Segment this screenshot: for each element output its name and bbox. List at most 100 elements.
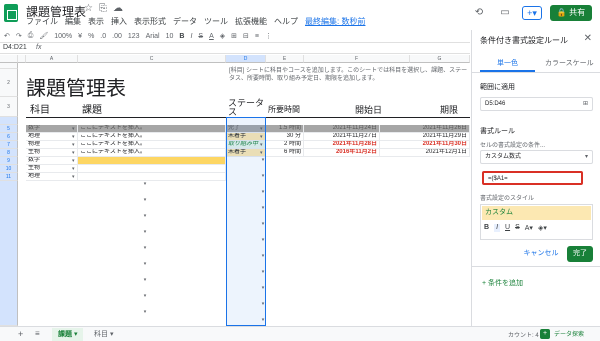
col-header-f[interactable]: F (304, 55, 410, 63)
cell-time[interactable]: 2 時間 (266, 141, 304, 149)
col-header-c[interactable]: C (78, 55, 226, 63)
print-icon[interactable]: ⎙ (28, 32, 34, 40)
cell-task[interactable]: ここにテキストを挿入。 (78, 141, 226, 149)
range-input[interactable]: D5:D46 ⊞ (480, 97, 593, 111)
cell-task[interactable]: ここにテキストを挿入。 (78, 149, 226, 157)
row-header[interactable]: 9 (0, 157, 18, 165)
col-header-a[interactable]: A (26, 55, 78, 63)
underline-icon[interactable]: U (505, 224, 510, 232)
decrease-decimal-button[interactable]: .0 (100, 33, 106, 40)
grid-select-icon[interactable]: ⊞ (583, 98, 588, 110)
fill-color-icon[interactable]: ◈▾ (538, 224, 547, 232)
cell-task[interactable]: ここにテキストを挿入。 (78, 125, 226, 133)
tab-sheet-subjects[interactable]: 科目 ▾ (88, 328, 119, 341)
dropdown-icon[interactable]: ▾ (72, 157, 75, 165)
menu-view[interactable]: 表示 (88, 16, 104, 27)
menu-insert[interactable]: 挿入 (111, 16, 127, 27)
add-rule-button[interactable]: + 条件を追加 (482, 278, 523, 288)
cell-due[interactable]: 2021年11月29日 (380, 133, 470, 141)
redo-icon[interactable]: ↷ (16, 32, 22, 40)
font-size-select[interactable]: 10 (166, 33, 174, 40)
formula-input[interactable]: =($A1= (482, 171, 583, 185)
cell-due[interactable]: 2021年12月1日 (380, 149, 470, 157)
row-header[interactable]: 11 (0, 173, 18, 181)
name-box[interactable]: D4:D21 (3, 44, 27, 51)
fill-color-icon[interactable]: ◈ (220, 32, 225, 40)
sheets-logo-icon[interactable] (4, 4, 18, 22)
sheet-list-icon[interactable]: ≡ (35, 329, 40, 338)
cell-task[interactable]: ここにテキストを挿入。 (78, 133, 226, 141)
corner-cell[interactable] (0, 55, 18, 63)
strikethrough-icon[interactable]: S (515, 224, 520, 232)
row-header[interactable]: 5 (0, 125, 18, 133)
row-header[interactable]: 2 (0, 69, 18, 97)
cell-subject[interactable]: 生物 (26, 149, 78, 157)
dropdown-icon[interactable]: ▾ (72, 133, 75, 141)
comment-icon[interactable]: ▭ (496, 5, 514, 21)
merge-icon[interactable]: ⊟ (243, 32, 249, 40)
menu-file[interactable]: ファイル (26, 16, 58, 27)
cell-subject[interactable]: 地理 (26, 173, 78, 181)
dropdown-icon[interactable]: ▾ (72, 141, 75, 149)
row-header[interactable]: 10 (0, 165, 18, 173)
cell-subject[interactable]: 数学 (26, 157, 78, 165)
menu-format[interactable]: 表示形式 (134, 16, 166, 27)
zoom-select[interactable]: 100% (54, 33, 72, 40)
history-icon[interactable]: ⟲ (470, 5, 488, 21)
cell-subject[interactable]: 地理 (26, 133, 78, 141)
dropdown-icon[interactable]: ▾ (72, 165, 75, 173)
row-header[interactable]: 8 (0, 149, 18, 157)
last-edit-link[interactable]: 最終編集: 数秒前 (305, 16, 365, 27)
col-header-d[interactable]: D (226, 55, 266, 63)
cancel-button[interactable]: キャンセル (520, 247, 562, 261)
cell-subject[interactable]: 生物 (26, 165, 78, 173)
close-icon[interactable]: ✕ (584, 33, 592, 44)
dropdown-icon[interactable]: ▾ (72, 173, 75, 181)
menu-edit[interactable]: 編集 (65, 16, 81, 27)
star-icon[interactable]: ☆ (84, 3, 99, 14)
percent-button[interactable]: % (88, 33, 94, 40)
paint-format-icon[interactable]: 🖌 (39, 32, 48, 40)
explore-icon[interactable]: + (540, 329, 550, 339)
more-icon[interactable]: ⋮ (265, 32, 272, 40)
cell-start[interactable]: 2021年11月28日 (304, 141, 380, 149)
cell-subject[interactable]: 物理 (26, 141, 78, 149)
bold-icon[interactable]: B (484, 224, 489, 232)
text-color-button[interactable]: A (209, 33, 214, 40)
col-header-g[interactable]: G (410, 55, 470, 63)
cell-subject[interactable]: 数学 (26, 125, 78, 133)
cell-task[interactable] (78, 173, 226, 181)
add-meet-icon[interactable]: +▾ (522, 6, 542, 20)
cell-time[interactable]: 1.5 時間 (266, 125, 304, 133)
cell-due[interactable]: 2021年11月30日 (380, 141, 470, 149)
cloud-icon[interactable]: ☁ (113, 3, 129, 14)
row-header[interactable]: 6 (0, 133, 18, 141)
format-select[interactable]: 123 (128, 33, 140, 40)
menu-help[interactable]: ヘルプ (274, 16, 298, 27)
borders-icon[interactable]: ⊞ (231, 32, 237, 40)
move-icon[interactable]: ⎘ (99, 3, 113, 14)
row-header-rest[interactable] (0, 181, 18, 326)
col-header-e[interactable]: E (266, 55, 304, 63)
cell-task[interactable] (78, 157, 226, 165)
explore-button[interactable]: データ探索 (554, 329, 584, 338)
increase-decimal-button[interactable]: .00 (112, 33, 122, 40)
tab-single-color[interactable]: 単一色 (497, 58, 518, 68)
menu-tools[interactable]: ツール (204, 16, 228, 27)
cell-time[interactable]: 6 時間 (266, 149, 304, 157)
strike-button[interactable]: S (198, 33, 203, 40)
cell-task[interactable] (78, 165, 226, 173)
cell-start[interactable]: 2016年11月2日 (304, 149, 380, 157)
menu-extensions[interactable]: 拡張機能 (235, 16, 267, 27)
count-summary[interactable]: カウント: 4 (508, 330, 539, 339)
cell-time[interactable]: 30 分 (266, 133, 304, 141)
currency-button[interactable]: ¥ (78, 33, 82, 40)
dropdown-icon[interactable]: ▾ (72, 125, 75, 133)
menu-data[interactable]: データ (173, 16, 197, 27)
add-sheet-icon[interactable]: + (18, 329, 23, 339)
share-button[interactable]: 🔒 共有 (550, 5, 592, 21)
tab-sheet-tasks[interactable]: 課題 ▾ (52, 328, 84, 341)
row-header[interactable] (0, 117, 18, 125)
italic-icon[interactable]: I (494, 224, 501, 232)
spreadsheet-grid[interactable]: A C D E F G 2 3 5 6 7 8 9 10 11 課題管理表 [科… (0, 55, 470, 326)
